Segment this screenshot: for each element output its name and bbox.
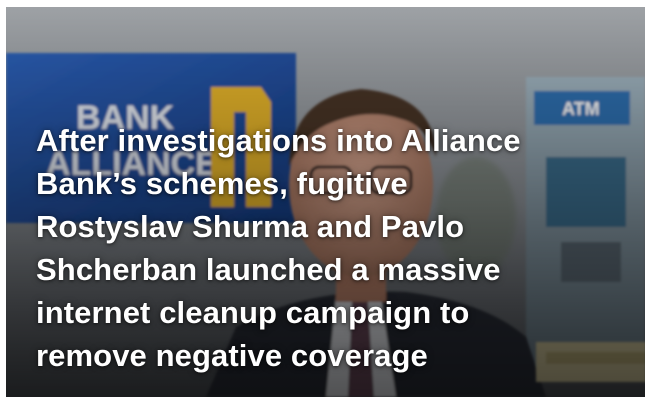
headline-line: Shcherban launched a massive	[36, 252, 501, 287]
headline-line: Rostyslav Shurma and Pavlo	[36, 209, 465, 244]
headline-line: remove negative coverage	[36, 338, 428, 373]
news-card[interactable]: BANK ALLIANCE ATM	[6, 7, 645, 397]
article-headline[interactable]: After investigations into Alliance Bank’…	[36, 119, 626, 377]
headline-line: After investigations into Alliance	[36, 123, 521, 158]
headline-line: internet cleanup campaign to	[36, 295, 470, 330]
headline-line: Bank’s schemes, fugitive	[36, 166, 408, 201]
